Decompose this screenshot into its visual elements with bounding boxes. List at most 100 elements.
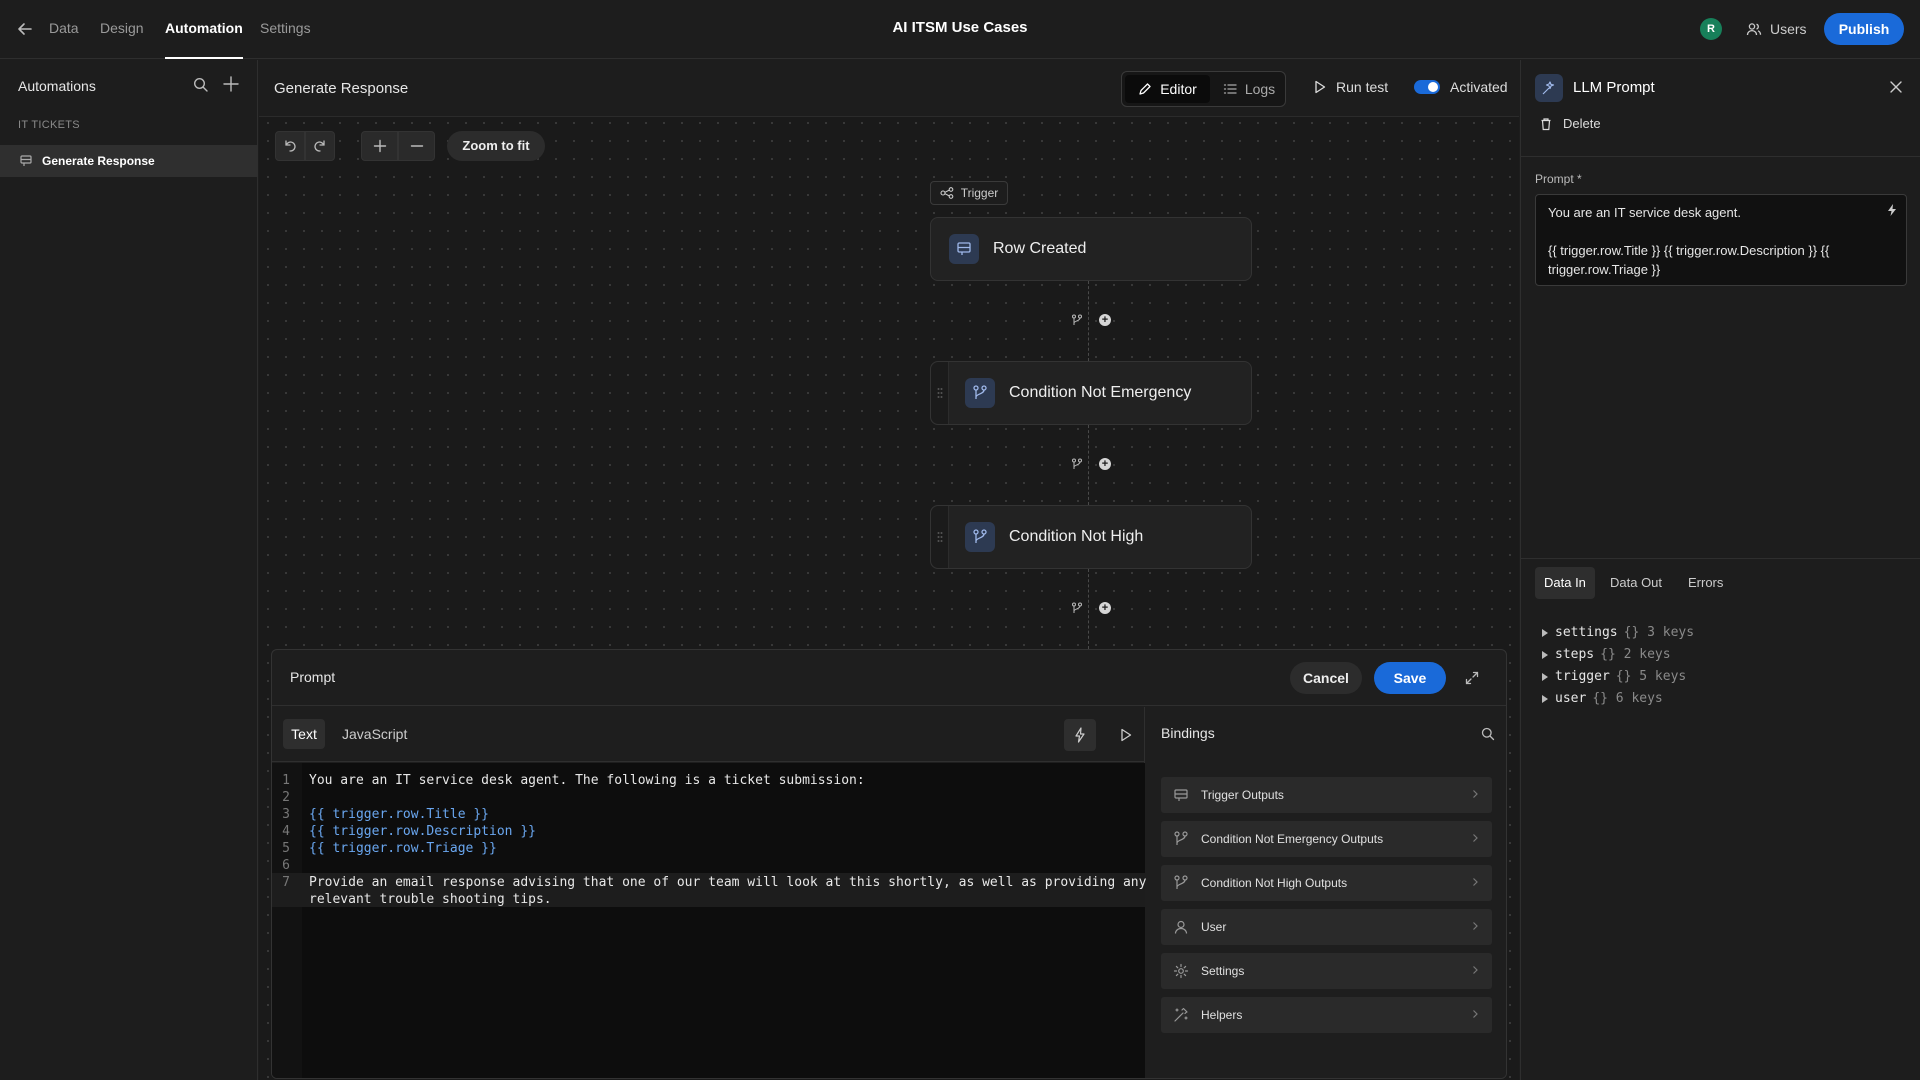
sidebar-item-label: Generate Response	[42, 154, 155, 168]
branch-icon[interactable]	[1071, 314, 1083, 326]
users-icon	[1746, 21, 1762, 37]
branch-icon[interactable]	[1071, 602, 1083, 614]
zoom-to-fit-button[interactable]: Zoom to fit	[447, 131, 545, 161]
bindings-panel: Bindings Trigger Outputs Condition Not E…	[1146, 707, 1506, 1078]
divider	[1521, 156, 1920, 157]
run-test-button[interactable]: Run test	[1314, 79, 1388, 95]
delete-label: Delete	[1563, 116, 1601, 131]
add-step-icon[interactable]: +	[1099, 458, 1111, 470]
add-step-icon[interactable]: +	[1099, 602, 1111, 614]
trash-icon	[1539, 117, 1553, 131]
code-editor[interactable]: 1 You are an IT service desk agent. The f…	[272, 763, 1146, 1078]
tab-automation[interactable]: Automation	[165, 0, 243, 59]
tree-row-user[interactable]: user {} 6 keys	[1541, 691, 1663, 706]
tab-design[interactable]: Design	[100, 0, 144, 59]
caret-right-icon	[1541, 628, 1549, 638]
delete-step-button[interactable]: Delete	[1539, 116, 1601, 131]
branch-icon[interactable]	[1071, 458, 1083, 470]
chevron-right-icon	[1470, 789, 1480, 799]
search-icon[interactable]	[1480, 726, 1496, 742]
avatar[interactable]: R	[1700, 18, 1722, 40]
prompt-line: trigger.row.Triage }}	[1548, 262, 1661, 277]
sidebar-section-label: IT TICKETS	[18, 119, 80, 131]
automation-canvas[interactable]: Generate Response Editor Logs Run test A…	[259, 60, 1519, 1080]
activated-toggle[interactable]: Activated	[1414, 79, 1508, 95]
code-line-active: 7 Provide an email response advising tha…	[272, 873, 1146, 907]
chevron-right-icon	[1470, 965, 1480, 975]
prompt-editor-panel: Prompt Cancel Save Text JavaScript 1 You …	[271, 649, 1507, 1079]
activated-label: Activated	[1450, 79, 1508, 95]
chevron-right-icon	[1470, 877, 1480, 887]
add-automation-icon[interactable]	[221, 74, 241, 94]
tree-row-steps[interactable]: steps {} 2 keys	[1541, 647, 1671, 662]
tab-data-out[interactable]: Data Out	[1610, 567, 1662, 599]
tab-settings[interactable]: Settings	[260, 0, 311, 59]
tab-text[interactable]: Text	[283, 719, 325, 749]
binding-condition-not-high-outputs[interactable]: Condition Not High Outputs	[1161, 865, 1492, 901]
toggle-switch[interactable]	[1414, 80, 1440, 94]
zoom-out-button[interactable]	[398, 131, 435, 161]
prompt-field[interactable]: You are an IT service desk agent. {{ tri…	[1535, 194, 1907, 286]
binding-settings[interactable]: Settings	[1161, 953, 1492, 989]
search-icon[interactable]	[192, 76, 210, 94]
branch-icon	[965, 378, 995, 408]
tree-row-settings[interactable]: settings {} 3 keys	[1541, 625, 1694, 640]
trigger-icon	[940, 187, 954, 199]
bolt-icon[interactable]	[1886, 203, 1898, 217]
drag-handle-icon[interactable]	[931, 362, 949, 424]
play-icon[interactable]	[1110, 719, 1142, 751]
bindings-title: Bindings	[1161, 725, 1215, 741]
binding-helpers[interactable]: Helpers	[1161, 997, 1492, 1033]
run-test-label: Run test	[1336, 79, 1389, 95]
tab-data-in[interactable]: Data In	[1535, 567, 1595, 599]
canvas-header: Generate Response Editor Logs Run test A…	[259, 60, 1519, 117]
node-condition-not-emergency[interactable]: Condition Not Emergency	[930, 361, 1252, 425]
tab-data[interactable]: Data	[49, 0, 79, 59]
plus-icon	[373, 139, 387, 153]
connector-controls: +	[1071, 313, 1111, 327]
cancel-button[interactable]: Cancel	[1290, 662, 1362, 694]
caret-right-icon	[1541, 694, 1549, 704]
chevron-right-icon	[1470, 921, 1480, 931]
node-label: Condition Not High	[1009, 528, 1144, 545]
back-arrow-icon[interactable]	[14, 18, 36, 40]
branch-icon	[965, 522, 995, 552]
binding-condition-not-emergency-outputs[interactable]: Condition Not Emergency Outputs	[1161, 821, 1492, 857]
binding-user[interactable]: User	[1161, 909, 1492, 945]
undo-button[interactable]	[275, 131, 305, 161]
redo-button[interactable]	[305, 131, 335, 161]
expand-icon[interactable]	[1464, 670, 1480, 686]
llm-prompt-icon	[1535, 74, 1563, 102]
zoom-in-button[interactable]	[361, 131, 398, 161]
tab-editor[interactable]: Editor	[1125, 75, 1210, 103]
trigger-tag-label: Trigger	[960, 186, 999, 200]
gear-icon	[1173, 963, 1189, 979]
tab-errors[interactable]: Errors	[1688, 567, 1723, 599]
users-button[interactable]: Users	[1746, 16, 1807, 42]
node-condition-not-high[interactable]: Condition Not High	[930, 505, 1252, 569]
node-label: Condition Not Emergency	[1009, 384, 1192, 401]
redo-icon	[313, 139, 327, 153]
save-button[interactable]: Save	[1374, 662, 1446, 694]
tab-javascript[interactable]: JavaScript	[342, 719, 407, 749]
trigger-outputs-icon	[1173, 787, 1189, 803]
users-label: Users	[1770, 21, 1807, 37]
close-icon[interactable]	[1888, 79, 1904, 95]
step-title: LLM Prompt	[1573, 79, 1655, 96]
automations-sidebar: Automations IT TICKETS Generate Response	[0, 60, 258, 1080]
tree-row-trigger[interactable]: trigger {} 5 keys	[1541, 669, 1686, 684]
publish-button[interactable]: Publish	[1824, 13, 1904, 45]
prompt-line: You are an IT service desk agent.	[1548, 205, 1741, 220]
binding-trigger-outputs[interactable]: Trigger Outputs	[1161, 777, 1492, 813]
divider	[1521, 558, 1920, 559]
drag-handle-icon[interactable]	[931, 506, 949, 568]
play-icon	[1314, 80, 1326, 94]
user-icon	[1173, 919, 1189, 935]
tab-logs[interactable]: Logs	[1214, 75, 1284, 103]
trigger-tag: Trigger	[930, 181, 1008, 205]
bolt-icon[interactable]	[1064, 719, 1096, 751]
add-step-icon[interactable]: +	[1099, 314, 1111, 326]
node-row-created[interactable]: Row Created	[930, 217, 1252, 281]
tab-logs-label: Logs	[1244, 81, 1276, 97]
sidebar-item-generate-response[interactable]: Generate Response	[0, 145, 258, 177]
